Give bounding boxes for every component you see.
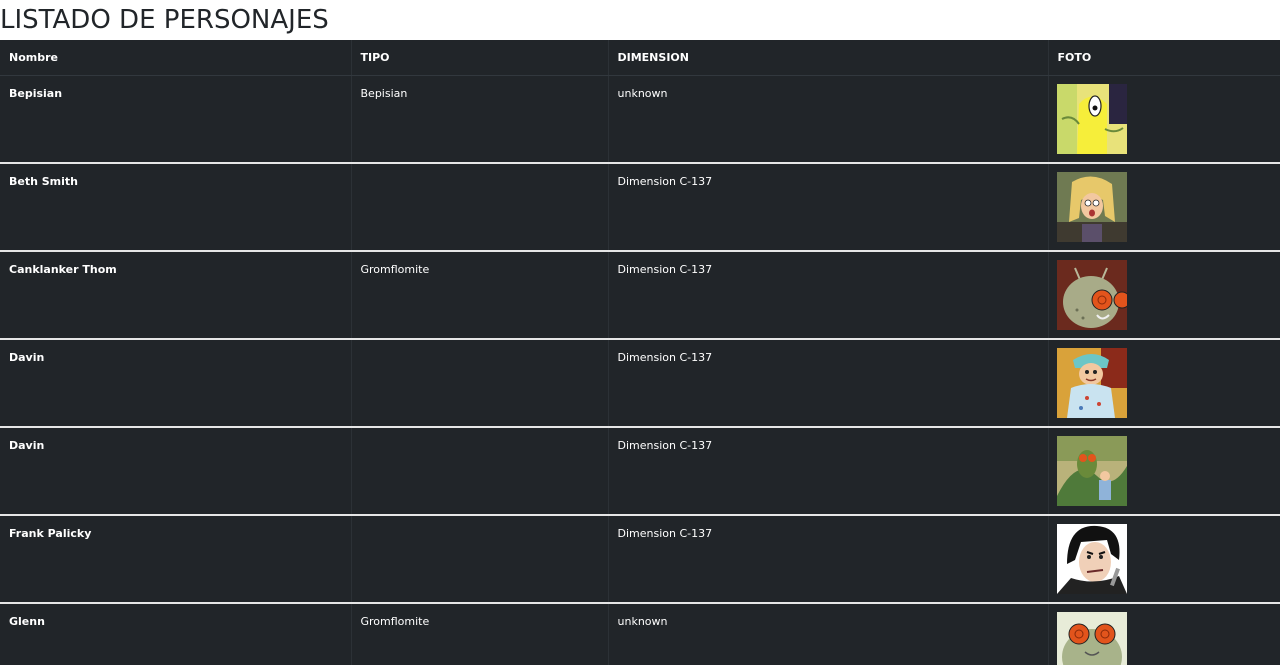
cell-dimension: Dimension C-137 xyxy=(607,163,1048,252)
table-row: Canklanker Thom Gromflomite Dimension C-… xyxy=(0,251,1280,340)
cell-type xyxy=(350,339,608,428)
frank-palicky-photo xyxy=(1056,524,1127,594)
table-row: Davin Dimension C-137 xyxy=(0,339,1280,428)
cell-type xyxy=(350,427,608,516)
davin-photo xyxy=(1056,436,1127,506)
cell-type: Gromflomite xyxy=(350,251,608,340)
cell-type: Gromflomite xyxy=(350,603,608,665)
page-title: LISTADO DE PERSONAJES xyxy=(0,5,329,35)
column-header-tipo: TIPO xyxy=(350,40,608,76)
table-row: Glenn Gromflomite unknown xyxy=(0,603,1280,665)
table-row: Davin Dimension C-137 xyxy=(0,427,1280,516)
cell-dimension: Dimension C-137 xyxy=(607,339,1048,428)
cell-name: Beth Smith xyxy=(0,163,351,252)
bepisian-photo xyxy=(1056,83,1127,154)
cell-dimension: unknown xyxy=(607,75,1048,164)
table-row: Beth Smith Dimension C-137 xyxy=(0,163,1280,252)
cell-name: Davin xyxy=(0,339,351,428)
table-header-row: Nombre TIPO DIMENSION FOTO xyxy=(0,40,1280,76)
cell-name: Canklanker Thom xyxy=(0,251,351,340)
cell-name: Bepisian xyxy=(0,75,351,164)
cell-dimension: unknown xyxy=(607,603,1048,665)
cell-dimension: Dimension C-137 xyxy=(607,515,1048,604)
beth-smith-photo xyxy=(1056,172,1127,242)
cell-name: Glenn xyxy=(0,603,351,665)
column-header-dimension: DIMENSION xyxy=(607,40,1048,76)
cell-name: Frank Palicky xyxy=(0,515,351,604)
table-row: Bepisian Bepisian unknown xyxy=(0,75,1280,164)
cell-type xyxy=(350,515,608,604)
cell-type xyxy=(350,163,608,252)
column-header-foto: FOTO xyxy=(1047,40,1280,76)
cell-type: Bepisian xyxy=(350,75,608,164)
canklanker-thom-photo xyxy=(1056,260,1127,330)
cell-dimension: Dimension C-137 xyxy=(607,427,1048,516)
davin-photo xyxy=(1056,348,1127,418)
cell-dimension: Dimension C-137 xyxy=(607,251,1048,340)
cell-name: Davin xyxy=(0,427,351,516)
glenn-photo xyxy=(1056,612,1127,665)
characters-table: Nombre TIPO DIMENSION FOTO Bepisian Bepi… xyxy=(0,40,1280,665)
table-row: Frank Palicky Dimension C-137 xyxy=(0,515,1280,604)
column-header-nombre: Nombre xyxy=(0,40,351,76)
